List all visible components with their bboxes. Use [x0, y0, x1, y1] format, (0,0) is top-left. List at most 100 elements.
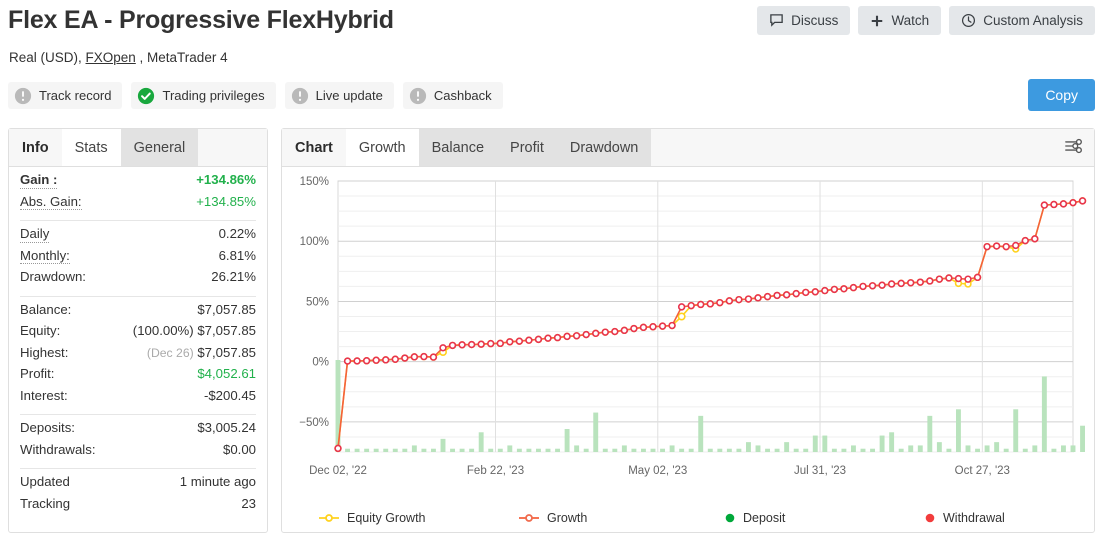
series-point	[612, 329, 618, 335]
series-point	[784, 292, 790, 298]
status-badge-trading-privileges[interactable]: Trading privileges	[131, 82, 275, 109]
stat-row-withdrawals: Withdrawals: $0.00	[20, 442, 256, 464]
series-point	[545, 335, 551, 341]
series-point	[497, 340, 503, 346]
volume-bar	[994, 442, 999, 452]
series-point	[936, 276, 942, 282]
check-circle-icon	[137, 87, 155, 105]
tab-stats[interactable]: Stats	[62, 129, 121, 166]
legend-label: Deposit	[743, 511, 785, 525]
broker-link[interactable]: FXOpen	[86, 50, 136, 65]
volume-bar	[507, 445, 512, 452]
tab-chart[interactable]: Chart	[282, 129, 346, 166]
stat-label: Daily	[20, 227, 49, 243]
watch-button[interactable]: Watch	[858, 6, 941, 35]
status-badge-track-record[interactable]: Track record	[8, 82, 122, 109]
series-point	[440, 345, 446, 351]
series-point	[488, 341, 494, 347]
series-point	[478, 341, 484, 347]
growth-chart[interactable]: 150%100%50%0%−50%Dec 02, '22Feb 22, '23M…	[282, 167, 1094, 533]
tab-general[interactable]: General	[121, 129, 199, 166]
series-point	[688, 303, 694, 309]
x-axis-tick-label: Feb 22, '23	[467, 465, 524, 477]
status-badge-live-update[interactable]: Live update	[285, 82, 394, 109]
series-point	[822, 288, 828, 294]
volume-bar	[641, 449, 646, 452]
divider	[20, 468, 256, 469]
tab-drawdown[interactable]: Drawdown	[557, 129, 652, 166]
stat-row-gain: Gain : +134.86%	[20, 172, 256, 194]
chart-panel: Chart Growth Balance Profit Drawdown 150…	[281, 128, 1095, 533]
volume-bar	[985, 445, 990, 452]
volume-bar	[479, 432, 484, 452]
legend-item-deposit[interactable]: Deposit	[724, 511, 924, 525]
legend-item-equity-growth[interactable]: Equity Growth	[318, 511, 518, 525]
series-point	[354, 358, 360, 364]
stat-row-interest: Interest: -$200.45	[20, 388, 256, 410]
tab-balance[interactable]: Balance	[419, 129, 497, 166]
tab-profit[interactable]: Profit	[497, 129, 557, 166]
exclamation-circle-icon	[409, 87, 427, 105]
page-root: Flex EA - Progressive FlexHybrid Real (U…	[0, 0, 1103, 541]
volume-bar	[546, 449, 551, 452]
chart-settings-button[interactable]	[1054, 129, 1094, 166]
legend-item-withdrawal[interactable]: Withdrawal	[924, 511, 1005, 525]
series-point	[335, 445, 341, 451]
volume-bar	[1013, 409, 1018, 452]
volume-bar	[402, 449, 407, 452]
status-badge-cashback[interactable]: Cashback	[403, 82, 503, 109]
series-point	[851, 285, 857, 291]
volume-bar	[1042, 376, 1047, 452]
stat-label: Updated	[20, 474, 70, 489]
stat-label: Profit:	[20, 366, 54, 381]
stat-value: $0.00	[223, 442, 256, 457]
series-point	[1070, 200, 1076, 206]
series-point	[860, 283, 866, 289]
tab-growth[interactable]: Growth	[346, 129, 419, 166]
copy-button[interactable]: Copy	[1028, 79, 1095, 111]
volume-bar	[794, 449, 799, 452]
volume-bar	[727, 449, 732, 452]
status-badge-label: Cashback	[434, 88, 492, 103]
series-point	[574, 333, 580, 339]
volume-bar	[899, 449, 904, 452]
volume-bar	[574, 445, 579, 452]
x-axis-tick-label: May 02, '23	[628, 465, 687, 477]
series-point	[698, 302, 704, 308]
legend-item-growth[interactable]: Growth	[518, 511, 724, 525]
stat-value: $7,057.85	[197, 302, 256, 317]
volume-bar	[966, 445, 971, 452]
stat-label: Equity:	[20, 323, 60, 338]
series-point	[898, 280, 904, 286]
volume-bar	[355, 449, 360, 452]
series-point	[469, 342, 475, 348]
platform-label: , MetaTrader 4	[136, 50, 228, 65]
page-title: Flex EA - Progressive FlexHybrid	[8, 6, 394, 35]
custom-analysis-button[interactable]: Custom Analysis	[949, 6, 1095, 35]
series-point	[669, 323, 675, 329]
sliders-icon	[1064, 136, 1084, 159]
series-point	[736, 297, 742, 303]
series-point	[593, 330, 599, 336]
series-point	[994, 243, 1000, 249]
status-badge-label: Track record	[39, 88, 111, 103]
line-marker-icon	[318, 513, 340, 523]
volume-bar	[1004, 449, 1009, 452]
stat-value: (100.00%) $7,057.85	[133, 323, 256, 338]
discuss-button[interactable]: Discuss	[757, 6, 850, 35]
volume-bar	[956, 409, 961, 452]
account-type: Real (USD),	[9, 50, 86, 65]
tab-info[interactable]: Info	[9, 129, 62, 166]
stat-value: $3,005.24	[197, 420, 256, 435]
stat-label: Tracking	[20, 496, 70, 511]
stat-value-prefix: (Dec 26)	[147, 346, 194, 360]
volume-bar	[803, 449, 808, 452]
series-point	[678, 313, 684, 319]
series-point	[956, 276, 962, 282]
volume-bar	[488, 449, 493, 452]
volume-bar	[975, 449, 980, 452]
volume-bar	[918, 445, 923, 452]
volume-bar	[536, 449, 541, 452]
stat-row-deposits: Deposits: $3,005.24	[20, 420, 256, 442]
series-point	[450, 343, 456, 349]
